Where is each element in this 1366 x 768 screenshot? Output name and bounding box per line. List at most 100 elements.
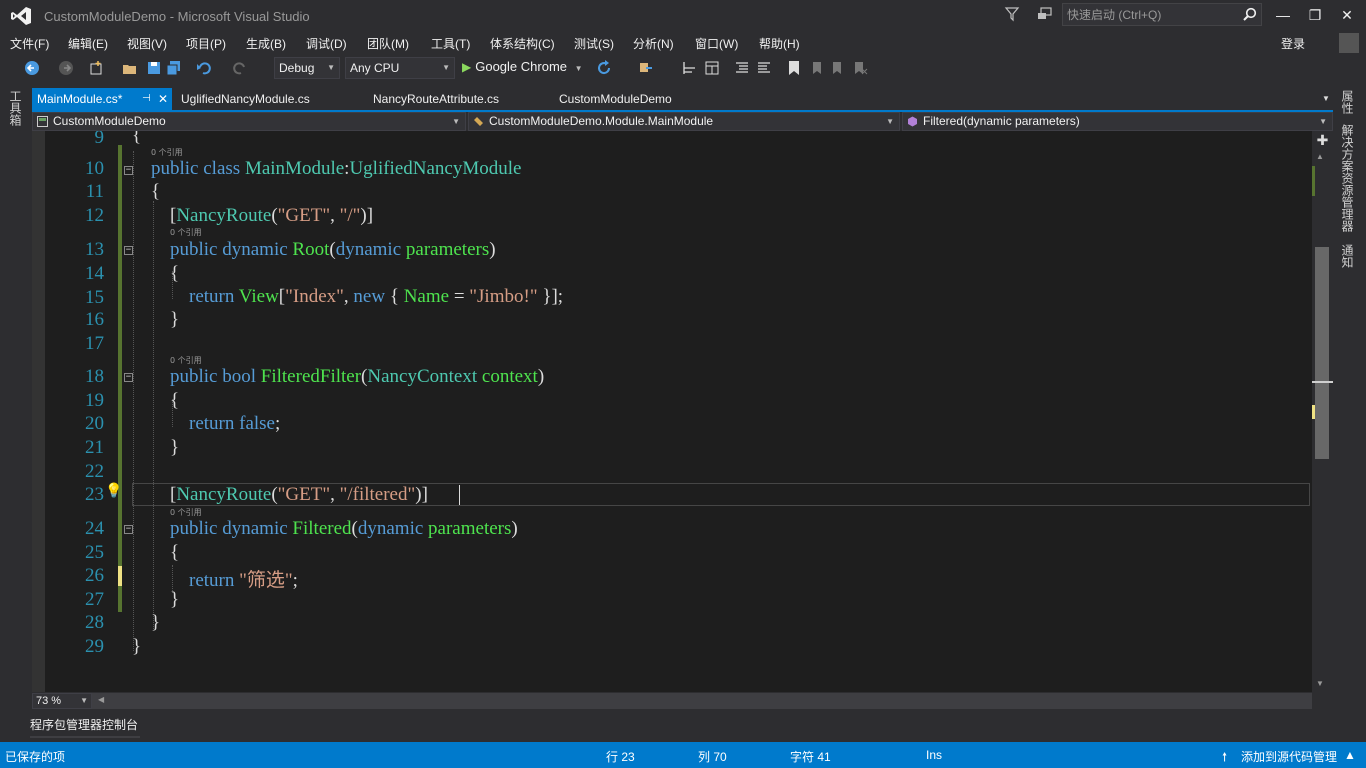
window-layout-icon[interactable] — [704, 60, 720, 76]
visual-studio-logo-icon — [11, 7, 31, 25]
line-number: 17 — [85, 333, 104, 354]
line-number: 10 — [85, 158, 104, 179]
codelens-hint[interactable]: 0 个引用 — [170, 355, 202, 366]
line-number: 19 — [85, 390, 104, 411]
close-icon[interactable]: ✕ — [158, 88, 168, 110]
clear-bookmarks-icon[interactable] — [852, 60, 868, 76]
new-project-icon[interactable] — [88, 60, 104, 76]
filter-icon[interactable] — [1004, 6, 1020, 22]
pin-icon[interactable]: ⊣ — [142, 88, 151, 110]
sign-in-link[interactable]: 登录 — [1281, 35, 1305, 52]
collapse-toggle[interactable]: − — [124, 373, 133, 382]
line-number: 24 — [85, 518, 104, 539]
menu-view[interactable]: 视图(V) — [127, 35, 167, 52]
text-caret — [459, 485, 460, 505]
maximize-button[interactable]: ❐ — [1300, 4, 1330, 26]
lightbulb-icon[interactable]: 💡 — [105, 482, 122, 499]
menu-test[interactable]: 测试(S) — [574, 35, 614, 52]
collapse-toggle[interactable]: − — [124, 246, 133, 255]
properties-tab[interactable]: 属性 — [1340, 90, 1356, 114]
codelens-hint[interactable]: 0 个引用 — [170, 507, 202, 518]
menu-team[interactable]: 团队(M) — [367, 35, 409, 52]
codelens-hint[interactable]: 0 个引用 — [170, 227, 202, 238]
up-arrow-icon: 🠕 — [1222, 750, 1228, 764]
scroll-up-icon[interactable]: ▲ — [1316, 152, 1324, 161]
code-line: return View["Index", new { Name = "Jimbo… — [189, 286, 564, 307]
scroll-left-icon[interactable]: ◀ — [98, 695, 104, 704]
uncomment-lines-icon[interactable] — [756, 60, 772, 76]
tab-uglifiednancymodule[interactable]: UglifiedNancyModule.cs — [176, 88, 362, 110]
collapse-toggle[interactable]: − — [124, 166, 133, 175]
quick-launch-box[interactable] — [1062, 3, 1262, 26]
add-to-source-control-button[interactable]: 添加到源代码管理 — [1241, 748, 1337, 765]
browser-link-icon[interactable] — [638, 60, 654, 76]
navigate-forward-icon[interactable] — [58, 60, 74, 76]
line-number: 13 — [85, 239, 104, 260]
line-number: 25 — [85, 542, 104, 563]
configuration-select[interactable]: Debug ▼ — [274, 57, 340, 79]
redo-icon[interactable] — [232, 60, 248, 76]
menu-build[interactable]: 生成(B) — [246, 35, 286, 52]
codelens-hint[interactable]: 0 个引用 — [151, 147, 183, 158]
undo-icon[interactable] — [196, 60, 212, 76]
start-debugging-button[interactable]: ▶ Google Chrome ▼ — [462, 57, 583, 77]
tab-overflow-icon[interactable]: ▼ — [1322, 94, 1330, 103]
account-avatar-icon[interactable] — [1339, 33, 1359, 53]
menu-help[interactable]: 帮助(H) — [759, 35, 800, 52]
tab-custommoduledemo[interactable]: CustomModuleDemo — [554, 88, 704, 110]
step-icon[interactable] — [682, 60, 698, 76]
minimize-button[interactable]: — — [1268, 4, 1298, 26]
platform-select[interactable]: Any CPU ▼ — [345, 57, 455, 79]
code-editor[interactable]: − − − − 9 10 11 12 13 14 15 16 17 18 19 … — [32, 131, 1312, 692]
tab-label: MainModule.cs* — [37, 92, 123, 106]
line-number: 26 — [85, 565, 104, 586]
save-icon[interactable] — [146, 60, 162, 76]
search-icon[interactable] — [1243, 7, 1257, 21]
chevron-up-icon[interactable]: ▲ — [1344, 748, 1356, 762]
class-icon — [474, 117, 483, 126]
open-file-icon[interactable] — [122, 60, 138, 76]
code-line: public dynamic Root(dynamic parameters) — [170, 239, 496, 260]
menu-debug[interactable]: 调试(D) — [306, 35, 347, 52]
quick-launch-input[interactable] — [1063, 4, 1238, 25]
navigate-back-icon[interactable] — [24, 60, 40, 76]
method-icon — [908, 116, 917, 127]
type-select[interactable]: CustomModuleDemo.Module.MainModule ▼ — [468, 112, 900, 131]
code-line: [NancyRoute("GET", "/")] — [170, 205, 374, 226]
bookmark-icon[interactable] — [786, 60, 802, 76]
menu-project[interactable]: 项目(P) — [186, 35, 226, 52]
close-button[interactable]: ✕ — [1332, 4, 1362, 26]
tab-package-manager-console[interactable]: 程序包管理器控制台 — [30, 716, 138, 733]
chevron-down-icon: ▼ — [442, 63, 450, 72]
saved-changes-bar — [118, 145, 122, 612]
scroll-down-icon[interactable]: ▼ — [1316, 679, 1324, 688]
save-all-icon[interactable] — [166, 60, 182, 76]
comment-lines-icon[interactable] — [734, 60, 750, 76]
menu-analyze[interactable]: 分析(N) — [633, 35, 674, 52]
horizontal-scrollbar[interactable] — [92, 693, 1312, 709]
tab-mainmodule[interactable]: MainModule.cs* ⊣ ✕ — [32, 88, 172, 110]
tab-label: NancyRouteAttribute.cs — [373, 92, 500, 106]
menu-edit[interactable]: 编辑(E) — [68, 35, 108, 52]
toolbox-tab[interactable]: 工具箱 — [8, 90, 24, 126]
menu-window[interactable]: 窗口(W) — [695, 35, 738, 52]
collapse-toggle[interactable]: − — [124, 525, 133, 534]
scrollbar-thumb[interactable] — [1315, 247, 1329, 459]
status-message: 已保存的项 — [5, 750, 66, 764]
project-select[interactable]: CustomModuleDemo ▼ — [32, 112, 466, 131]
menu-file[interactable]: 文件(F) — [10, 35, 49, 52]
line-number: 22 — [85, 461, 104, 482]
menu-tools[interactable]: 工具(T) — [431, 35, 470, 52]
menu-architecture[interactable]: 体系结构(C) — [490, 35, 555, 52]
code-line: { — [170, 542, 180, 563]
notifications-tab[interactable]: 通知 — [1340, 244, 1356, 268]
feedback-icon[interactable] — [1036, 6, 1054, 22]
next-bookmark-icon[interactable] — [830, 60, 846, 76]
member-select[interactable]: Filtered(dynamic parameters) ▼ — [902, 112, 1333, 131]
zoom-select[interactable]: 73 % ▼ — [32, 693, 92, 709]
solution-explorer-tab[interactable]: 解决方案资源管理器 — [1340, 124, 1356, 232]
prev-bookmark-icon[interactable] — [808, 60, 824, 76]
tab-nancyrouteattribute[interactable]: NancyRouteAttribute.cs — [368, 88, 548, 110]
refresh-icon[interactable] — [596, 60, 612, 76]
split-window-icon[interactable]: ✚ — [1312, 131, 1333, 149]
